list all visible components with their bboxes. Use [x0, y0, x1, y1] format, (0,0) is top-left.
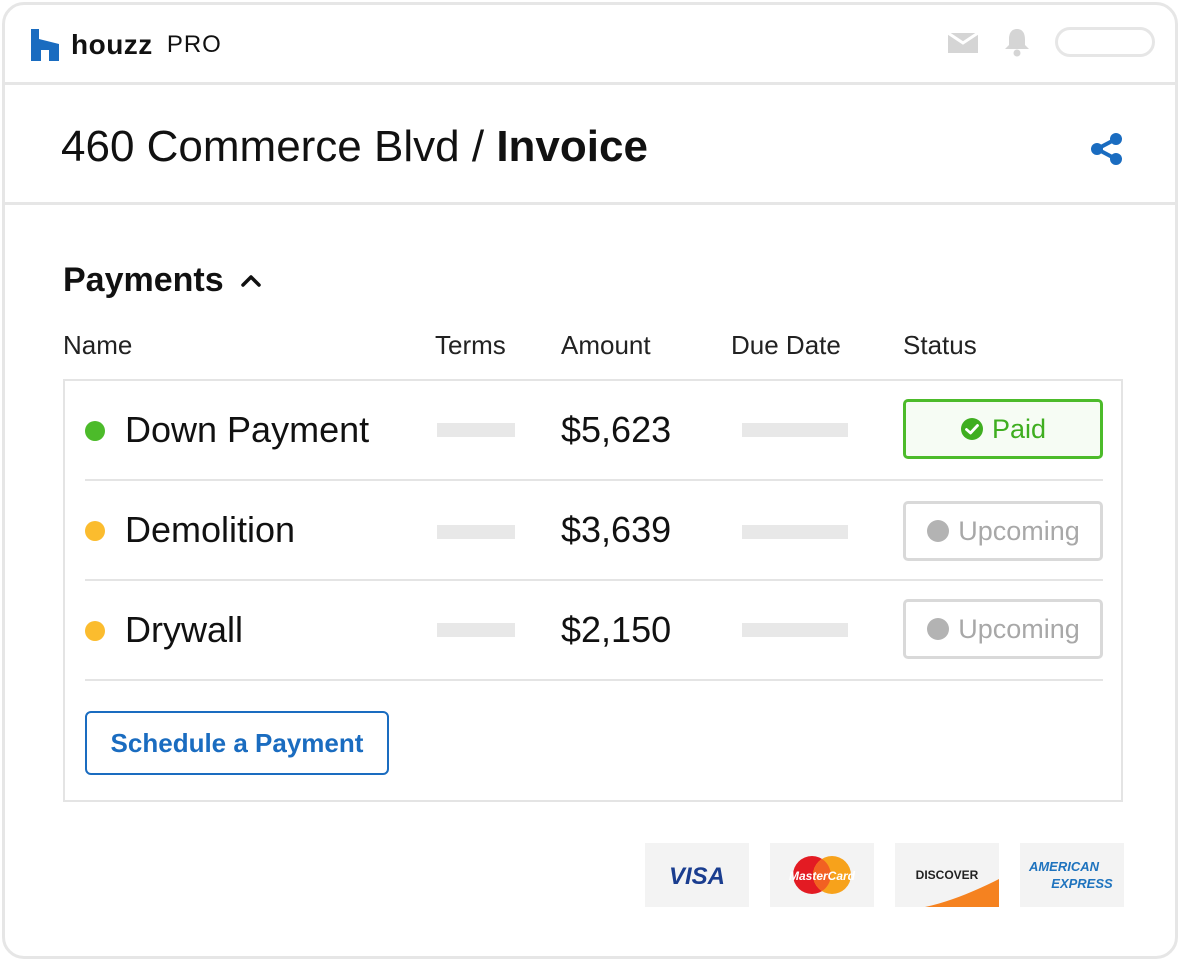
table-row[interactable]: Demolition $3,639 Upcoming — [85, 481, 1103, 581]
discover-icon: DISCOVER — [916, 868, 999, 907]
column-header-status: Status — [903, 330, 977, 360]
visa-card-logo: VISA — [645, 843, 749, 907]
circle-icon — [927, 618, 950, 640]
amex-card-logo: AMERICAN EXPRESS — [1020, 843, 1124, 907]
discover-text: DISCOVER — [916, 868, 979, 882]
status-badge-paid[interactable]: Paid — [903, 399, 1103, 459]
page-title: Invoice — [496, 122, 648, 171]
terms-placeholder — [437, 525, 515, 539]
status-dot — [85, 521, 105, 541]
column-header-due-date: Due Date — [731, 330, 841, 360]
status-dot — [85, 621, 105, 641]
app-window: houzz PRO 460 Commerce Blvd / Invoice Pa… — [2, 2, 1178, 959]
schedule-payment-button[interactable]: Schedule a Payment — [85, 711, 389, 775]
logo-suffix: PRO — [166, 31, 222, 58]
payment-name: Demolition — [125, 509, 296, 550]
column-header-amount: Amount — [561, 330, 651, 360]
status-label: Upcoming — [958, 515, 1080, 546]
terms-placeholder — [437, 623, 515, 637]
bell-icon[interactable] — [1001, 27, 1033, 57]
payments-section-toggle[interactable]: Payments — [63, 261, 262, 300]
column-header-name: Name — [63, 330, 133, 360]
status-dot — [85, 421, 105, 441]
share-icon[interactable] — [1089, 132, 1125, 166]
amex-text-line2: EXPRESS — [1051, 876, 1113, 891]
status-label: Upcoming — [958, 613, 1080, 644]
page-header: 460 Commerce Blvd / Invoice — [5, 88, 1175, 205]
payment-name: Down Payment — [125, 409, 370, 450]
houzz-logo-icon — [31, 29, 59, 61]
top-bar-actions — [947, 27, 1155, 57]
payments-table: Down Payment $5,623 Paid Demolition $3,6… — [63, 379, 1123, 802]
visa-icon: VISA — [669, 863, 725, 890]
table-row[interactable]: Down Payment $5,623 Paid — [85, 381, 1103, 481]
due-date-placeholder — [742, 623, 848, 637]
discover-card-logo: DISCOVER — [895, 843, 999, 907]
breadcrumb-project[interactable]: 460 Commerce Blvd — [61, 122, 460, 171]
chevron-up-icon — [240, 274, 261, 287]
section-title: Payments — [63, 261, 224, 299]
status-badge-upcoming[interactable]: Upcoming — [903, 501, 1103, 561]
top-bar: houzz PRO — [5, 5, 1175, 85]
accepted-cards: VISA MasterCard DISCOVER AMERICAN EXPRES… — [5, 843, 1175, 909]
circle-icon — [927, 520, 950, 542]
check-circle-icon — [960, 418, 983, 440]
amex-icon: AMERICAN EXPRESS — [1028, 859, 1113, 891]
breadcrumb: 460 Commerce Blvd / Invoice — [61, 122, 648, 172]
mastercard-logo: MasterCard — [770, 843, 874, 907]
due-date-placeholder — [742, 423, 848, 437]
column-header-terms: Terms — [435, 330, 506, 360]
amex-text-line1: AMERICAN — [1028, 859, 1100, 874]
payment-amount: $3,639 — [561, 509, 672, 550]
inbox-icon[interactable] — [947, 27, 979, 57]
houzz-pro-logo[interactable]: houzz PRO — [31, 29, 222, 61]
status-label: Paid — [991, 413, 1047, 444]
account-menu[interactable] — [1055, 27, 1155, 57]
mastercard-text: MasterCard — [789, 869, 856, 883]
payment-name: Drywall — [125, 609, 244, 650]
payment-amount: $5,623 — [561, 409, 672, 450]
due-date-placeholder — [742, 525, 848, 539]
payment-amount: $2,150 — [561, 609, 672, 650]
visa-text: VISA — [669, 863, 725, 890]
table-row[interactable]: Drywall $2,150 Upcoming — [85, 581, 1103, 681]
terms-placeholder — [437, 423, 515, 437]
status-badge-upcoming[interactable]: Upcoming — [903, 599, 1103, 659]
breadcrumb-separator: / — [471, 122, 485, 171]
logo-text: houzz — [71, 29, 153, 60]
mastercard-icon: MasterCard — [789, 856, 856, 894]
